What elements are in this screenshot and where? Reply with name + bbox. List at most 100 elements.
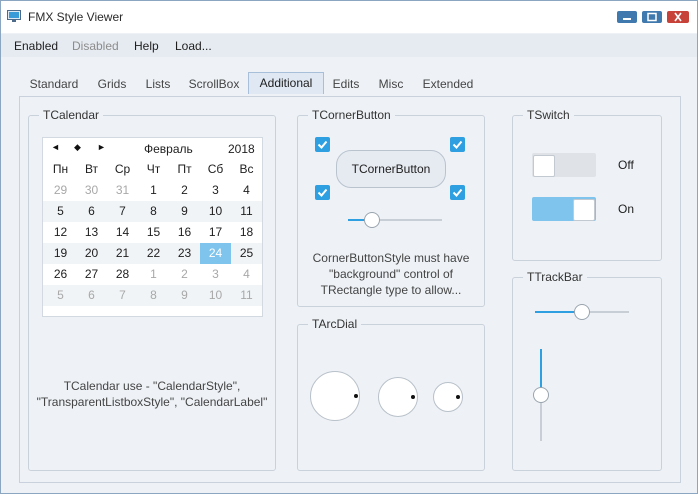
corner-button-group-title: TCornerButton xyxy=(308,108,395,122)
calendar-day[interactable]: 1 xyxy=(138,180,169,201)
switch-off[interactable] xyxy=(532,153,596,177)
corner-checkbox-bottom-right[interactable] xyxy=(450,185,465,200)
calendar-day[interactable]: 23 xyxy=(169,243,200,264)
menu-bar: Enabled Disabled Help Load... xyxy=(1,34,697,57)
calendar-day[interactable]: 20 xyxy=(76,243,107,264)
calendar-day[interactable]: 25 xyxy=(231,243,262,264)
calendar-week-row: 12 13 14 15 16 17 18 xyxy=(43,222,262,243)
calendar-day[interactable]: 10 xyxy=(200,201,231,222)
corner-checkbox-top-left[interactable] xyxy=(315,137,330,152)
calendar-day[interactable]: 3 xyxy=(200,180,231,201)
calendar-day[interactable]: 6 xyxy=(76,201,107,222)
menu-help[interactable]: Help xyxy=(134,39,159,53)
calendar-weekday-row: Пн Вт Ср Чт Пт Сб Вс xyxy=(43,159,262,180)
calendar-day[interactable]: 3 xyxy=(200,264,231,285)
corner-checkbox-bottom-left[interactable] xyxy=(315,185,330,200)
corner-button-caption: CornerButtonStyle must have "background"… xyxy=(298,250,484,298)
calendar-day[interactable]: 8 xyxy=(138,201,169,222)
corner-checkbox-top-right[interactable] xyxy=(450,137,465,152)
calendar-day[interactable]: 11 xyxy=(231,201,262,222)
corner-slider-thumb[interactable] xyxy=(364,212,380,228)
tab-misc[interactable]: Misc xyxy=(373,74,409,95)
calendar[interactable]: ◄ ◆ ► Февраль 2018 Пн Вт Ср Чт Пт Сб Вс 29 30 31 1… xyxy=(42,137,263,317)
arc-dial-small[interactable] xyxy=(433,382,463,412)
maximize-icon xyxy=(647,12,657,22)
menu-enabled[interactable]: Enabled xyxy=(14,39,58,53)
arc-dial-indicator xyxy=(354,394,358,398)
calendar-day[interactable]: 15 xyxy=(138,222,169,243)
menu-disabled[interactable]: Disabled xyxy=(72,39,119,53)
calendar-day[interactable]: 24 xyxy=(200,243,231,264)
calendar-day[interactable]: 4 xyxy=(231,180,262,201)
check-icon xyxy=(317,188,328,197)
calendar-group: TCalendar ◄ ◆ ► Февраль 2018 Пн Вт Ср Чт Пт С… xyxy=(28,108,276,471)
maximize-button[interactable] xyxy=(642,11,662,23)
calendar-day[interactable]: 26 xyxy=(45,264,76,285)
tab-edits[interactable]: Edits xyxy=(327,74,365,95)
calendar-day[interactable]: 4 xyxy=(231,264,262,285)
tab-scrollbox[interactable]: ScrollBox xyxy=(183,74,245,95)
calendar-day[interactable]: 18 xyxy=(231,222,262,243)
corner-slider[interactable] xyxy=(348,212,442,228)
minimize-button[interactable] xyxy=(617,11,637,23)
calendar-day[interactable]: 9 xyxy=(169,285,200,306)
tab-strip: Standard Grids Lists ScrollBox Additiona… xyxy=(1,71,697,97)
close-button[interactable] xyxy=(667,11,689,23)
arc-dial-indicator xyxy=(456,395,460,399)
calendar-day[interactable]: 22 xyxy=(138,243,169,264)
calendar-year: 2018 xyxy=(228,142,255,156)
calendar-day[interactable]: 11 xyxy=(231,285,262,306)
calendar-day[interactable]: 2 xyxy=(169,264,200,285)
tab-standard[interactable]: Standard xyxy=(23,74,85,95)
calendar-day[interactable]: 1 xyxy=(138,264,169,285)
trackbar-vertical-thumb[interactable] xyxy=(533,387,549,403)
calendar-next-button[interactable]: ► xyxy=(97,142,106,152)
corner-caption-line: TRectangle type to allow... xyxy=(320,283,462,297)
arc-dial-large[interactable] xyxy=(310,371,360,421)
calendar-day[interactable]: 21 xyxy=(107,243,138,264)
calendar-day[interactable]: 13 xyxy=(76,222,107,243)
calendar-day[interactable]: 8 xyxy=(138,285,169,306)
calendar-weekday: Вс xyxy=(239,162,254,176)
calendar-day[interactable]: 16 xyxy=(169,222,200,243)
tab-extended[interactable]: Extended xyxy=(417,74,479,95)
calendar-caption-line: "TransparentListboxStyle", "CalendarLabe… xyxy=(36,395,268,409)
calendar-day[interactable]: 7 xyxy=(107,285,138,306)
title-bar[interactable]: FMX Style Viewer xyxy=(1,1,697,33)
check-icon xyxy=(452,188,463,197)
app-window: FMX Style Viewer Enabled Disabled Help L… xyxy=(0,0,698,494)
trackbar-horizontal[interactable] xyxy=(535,304,629,320)
calendar-today-button[interactable]: ◆ xyxy=(74,142,81,153)
calendar-day[interactable]: 2 xyxy=(169,180,200,201)
calendar-day[interactable]: 10 xyxy=(200,285,231,306)
window-title: FMX Style Viewer xyxy=(28,10,124,24)
corner-button[interactable]: TCornerButton xyxy=(336,150,446,188)
calendar-day[interactable]: 9 xyxy=(169,201,200,222)
trackbar-horizontal-thumb[interactable] xyxy=(574,304,590,320)
calendar-day[interactable]: 28 xyxy=(107,264,138,285)
calendar-prev-button[interactable]: ◄ xyxy=(51,142,60,152)
calendar-day[interactable]: 31 xyxy=(107,180,138,201)
calendar-weekday: Вт xyxy=(84,162,99,176)
calendar-day[interactable]: 29 xyxy=(45,180,76,201)
calendar-day[interactable]: 17 xyxy=(200,222,231,243)
switch-on-label: On xyxy=(618,202,635,216)
calendar-week-row: 19 20 21 22 23 24 25 xyxy=(43,243,262,264)
calendar-day[interactable]: 27 xyxy=(76,264,107,285)
menu-load[interactable]: Load... xyxy=(175,39,212,53)
trackbar-vertical[interactable] xyxy=(533,349,549,441)
calendar-day[interactable]: 7 xyxy=(107,201,138,222)
calendar-day[interactable]: 5 xyxy=(45,285,76,306)
calendar-day[interactable]: 14 xyxy=(107,222,138,243)
calendar-day[interactable]: 12 xyxy=(45,222,76,243)
calendar-day[interactable]: 19 xyxy=(45,243,76,264)
tab-lists[interactable]: Lists xyxy=(139,74,177,95)
calendar-day[interactable]: 6 xyxy=(76,285,107,306)
calendar-day[interactable]: 5 xyxy=(45,201,76,222)
tab-grids[interactable]: Grids xyxy=(91,74,133,95)
tab-additional[interactable]: Additional xyxy=(248,72,324,94)
arc-dial-medium[interactable] xyxy=(378,377,418,417)
calendar-day[interactable]: 30 xyxy=(76,180,107,201)
tab-panel-additional: TCalendar ◄ ◆ ► Февраль 2018 Пн Вт Ср Чт Пт С… xyxy=(19,96,681,483)
switch-on[interactable] xyxy=(532,197,596,221)
